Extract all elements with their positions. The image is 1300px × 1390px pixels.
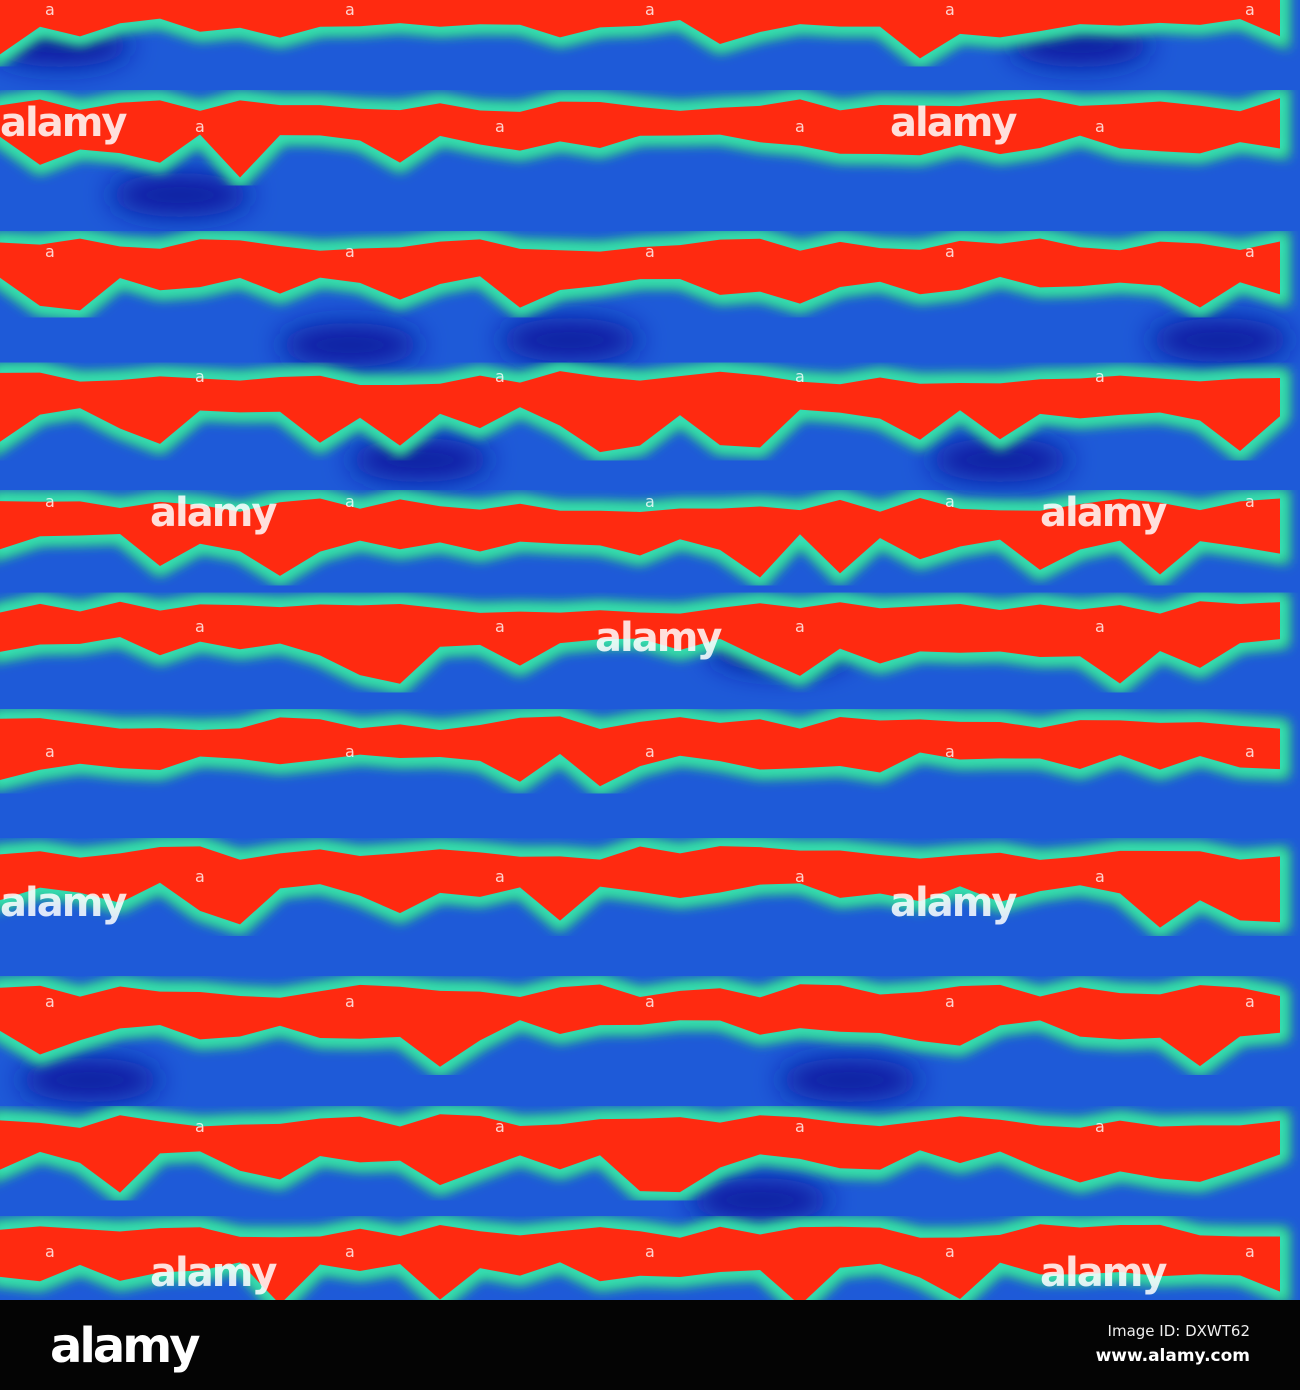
watermark-mark: a (645, 492, 655, 511)
watermark-mark: a (495, 867, 505, 886)
watermark-mark: a (45, 242, 55, 261)
watermark-mark: a (795, 117, 805, 136)
watermark-mark: a (1245, 1242, 1255, 1261)
watermark: alamy (150, 1250, 277, 1296)
watermark-mark: a (645, 1242, 655, 1261)
watermark-mark: a (795, 617, 805, 636)
watermark-mark: a (1095, 1117, 1105, 1136)
watermark-mark: a (1245, 242, 1255, 261)
watermark-mark: a (945, 1242, 955, 1261)
watermark-mark: a (645, 992, 655, 1011)
image-id: Image ID: DXWT62 (1107, 1322, 1250, 1340)
watermark-mark: a (195, 367, 205, 386)
watermark-mark: a (1245, 0, 1255, 19)
watermark-mark: a (195, 617, 205, 636)
watermark-layer: alamy alamy alamy alamy alamy alamy alamy alamy… (0, 0, 1300, 1300)
watermark-mark: a (1095, 117, 1105, 136)
watermark: alamy (1040, 490, 1167, 536)
watermark-mark: a (945, 492, 955, 511)
watermark-mark: a (645, 0, 655, 19)
watermark: alamy (0, 100, 127, 146)
watermark-mark: a (345, 1242, 355, 1261)
watermark-mark: a (345, 242, 355, 261)
watermark: alamy (890, 880, 1017, 926)
watermark-mark: a (1245, 992, 1255, 1011)
watermark-mark: a (345, 992, 355, 1011)
watermark-mark: a (1095, 367, 1105, 386)
watermark-mark: a (945, 992, 955, 1011)
watermark: alamy (150, 490, 277, 536)
watermark-mark: a (795, 1117, 805, 1136)
watermark-mark: a (195, 867, 205, 886)
watermark-mark: a (45, 492, 55, 511)
watermark-mark: a (345, 0, 355, 19)
watermark-mark: a (495, 117, 505, 136)
watermark-mark: a (945, 0, 955, 19)
watermark-mark: a (45, 1242, 55, 1261)
watermark-mark: a (1095, 867, 1105, 886)
footer-bar: alamy Image ID: DXWT62 www.alamy.com (0, 1300, 1300, 1390)
watermark-mark: a (495, 617, 505, 636)
alamy-logo: alamy (50, 1318, 201, 1374)
watermark-mark: a (945, 242, 955, 261)
watermark: alamy (595, 615, 722, 661)
watermark-mark: a (1245, 492, 1255, 511)
watermark-mark: a (345, 492, 355, 511)
watermark: alamy (890, 100, 1017, 146)
watermark-mark: a (495, 367, 505, 386)
watermark-mark: a (645, 242, 655, 261)
website-link: www.alamy.com (1095, 1346, 1250, 1366)
watermark-mark: a (795, 367, 805, 386)
watermark-mark: a (795, 867, 805, 886)
watermark-mark: a (195, 117, 205, 136)
watermark-mark: a (495, 1117, 505, 1136)
watermark: alamy (1040, 1250, 1167, 1296)
watermark-mark: a (945, 742, 955, 761)
watermark-mark: a (45, 742, 55, 761)
watermark: alamy (0, 880, 127, 926)
watermark-mark: a (45, 0, 55, 19)
watermark-mark: a (195, 1117, 205, 1136)
watermark-mark: a (1095, 617, 1105, 636)
watermark-mark: a (1245, 742, 1255, 761)
watermark-mark: a (345, 742, 355, 761)
watermark-mark: a (645, 742, 655, 761)
watermark-mark: a (45, 992, 55, 1011)
